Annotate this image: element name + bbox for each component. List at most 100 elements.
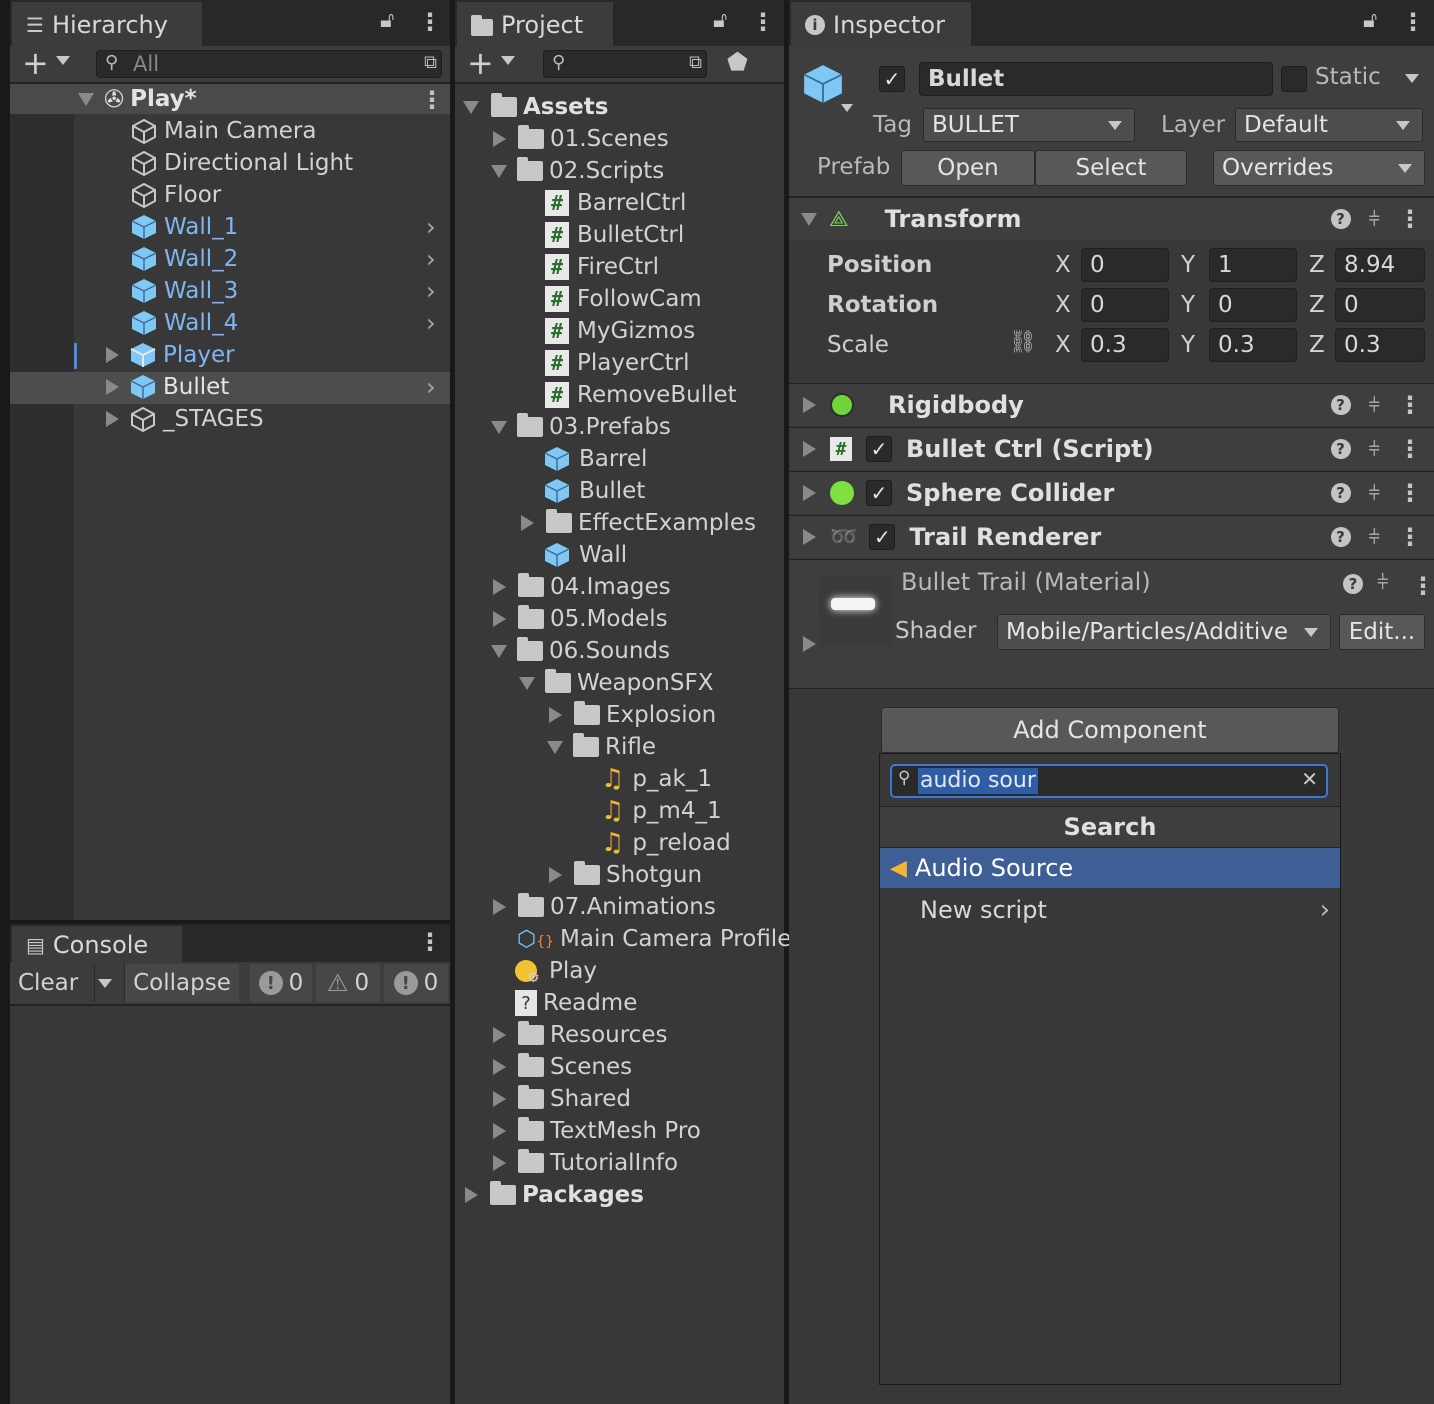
project-item-tutorialinfo[interactable]: TutorialInfo [493,1147,678,1179]
expand-arrow-icon[interactable] [803,485,816,501]
create-dropdown-chevron-icon[interactable] [501,56,515,65]
expand-arrow-icon[interactable] [521,515,534,531]
component-search-input[interactable]: ⚲ audio sour ✕ [890,764,1328,798]
project-item-barrel[interactable]: Barrel [543,443,647,475]
project-item-textmesh-pro[interactable]: TextMesh Pro [493,1115,701,1147]
help-icon[interactable]: ? [1343,574,1363,594]
presets-icon[interactable]: ⫩ [1369,481,1380,505]
expand-arrow-icon[interactable] [549,707,562,723]
help-icon[interactable]: ? [1330,209,1351,229]
expand-arrow-icon[interactable] [463,100,479,114]
prefab-large-icon[interactable] [801,62,845,106]
expand-arrow-icon[interactable] [78,92,94,106]
layer-dropdown[interactable]: Default [1235,108,1423,142]
position-y-field[interactable]: 1 [1209,248,1297,282]
lock-icon[interactable]: 🔓︎ [1363,8,1377,33]
presets-icon[interactable]: ⫩ [1369,437,1380,461]
help-icon[interactable]: ? [1330,395,1351,415]
static-checkbox[interactable] [1281,66,1307,92]
expand-arrow-icon[interactable] [493,1091,506,1107]
expand-arrow-icon[interactable] [519,676,535,690]
expand-arrow-icon[interactable] [491,164,507,178]
trail-renderer-header[interactable]: ➿ ✓ Trail Renderer ? ⫩ ⋮ [789,515,1434,558]
project-item-main-camera-profile[interactable]: ⬡{} Main Camera Profile [517,923,791,955]
prefab-select-button[interactable]: Select [1035,150,1187,186]
position-z-field[interactable]: 8.94 [1335,248,1425,282]
more-options-icon[interactable]: ⋮ [1401,10,1425,34]
scene-header-row[interactable] [10,84,450,114]
hierarchy-item-wall-3[interactable]: Wall_3 [130,275,238,307]
expand-arrow-icon[interactable] [493,1155,506,1171]
component-menu-icon[interactable]: ⋮ [1398,393,1422,417]
help-icon[interactable]: ? [1330,483,1351,503]
collapse-arrow-icon[interactable] [801,212,817,226]
project-item-04-images[interactable]: 04.Images [493,571,671,603]
tab-hierarchy[interactable]: ☰ Hierarchy [12,2,202,46]
material-expand-arrow-icon[interactable] [803,636,816,652]
tab-inspector[interactable]: i Inspector [791,2,971,46]
collapse-button[interactable]: Collapse [124,964,239,1002]
constrain-proportions-icon[interactable]: ⛓ [1009,330,1037,355]
result-new-script[interactable]: New script › [880,890,1340,930]
expand-arrow-icon[interactable] [547,740,563,754]
hierarchy-item-player[interactable]: Player [106,339,235,371]
tab-project[interactable]: Project [457,2,613,46]
tag-dropdown[interactable]: BULLET [923,108,1135,142]
tab-console[interactable]: ▤ Console [12,926,182,962]
prefab-open-button[interactable]: Open [901,150,1035,186]
scene-row[interactable]: ✇ Play* [78,83,197,115]
filter-by-type-icon[interactable]: ⬟ [727,48,748,76]
chevron-right-icon[interactable]: › [426,213,436,241]
result-audio-source[interactable]: ◀ Audio Source [880,848,1340,888]
scale-x-field[interactable]: 0.3 [1081,328,1169,362]
add-icon[interactable]: + [22,44,49,82]
bullet-ctrl-header[interactable]: # ✓ Bullet Ctrl (Script) ? ⫩ ⋮ [789,427,1434,470]
lock-icon[interactable]: 🔓︎ [713,8,727,33]
sphere-collider-enabled-checkbox[interactable]: ✓ [866,480,892,506]
presets-icon[interactable]: ⫩ [1369,525,1380,549]
project-item-05-models[interactable]: 05.Models [493,603,668,635]
hierarchy-item-directional-light[interactable]: Directional Light [130,147,353,179]
expand-arrow-icon[interactable] [493,579,506,595]
component-menu-icon[interactable]: ⋮ [1411,574,1434,598]
project-item-shared[interactable]: Shared [493,1083,631,1115]
help-icon[interactable]: ? [1330,439,1351,459]
project-item-effectexamples[interactable]: EffectExamples [521,507,756,539]
scale-y-field[interactable]: 0.3 [1209,328,1297,362]
expand-arrow-icon[interactable] [493,899,506,915]
project-item-p-reload[interactable]: ♫ p_reload [601,827,731,859]
add-dropdown-chevron-icon[interactable] [56,56,70,65]
project-search-input[interactable]: ⚲ ⧉ [543,50,707,78]
trail-renderer-enabled-checkbox[interactable]: ✓ [869,524,896,550]
project-item-bullet[interactable]: Bullet [543,475,645,507]
project-item-wall[interactable]: Wall [543,539,627,571]
more-options-icon[interactable]: ⋮ [751,10,775,34]
project-item-02-scripts[interactable]: 02.Scripts [491,155,664,187]
expand-arrow-icon[interactable] [106,347,119,363]
help-icon[interactable]: ? [1330,527,1351,547]
more-options-icon[interactable]: ⋮ [418,930,442,954]
chevron-right-icon[interactable]: › [426,373,436,401]
add-component-button[interactable]: Add Component [881,707,1339,753]
hierarchy-item-wall-1[interactable]: Wall_1 [130,211,238,243]
hierarchy-search-input[interactable]: ⚲ All ⧉ [96,50,442,78]
project-item-followcam[interactable]: # FollowCam [545,283,702,315]
expand-arrow-icon[interactable] [493,1123,506,1139]
project-item-01-scenes[interactable]: 01.Scenes [493,123,669,155]
chevron-right-icon[interactable]: › [426,245,436,273]
presets-icon[interactable]: ⫩ [1377,570,1388,594]
search-mode-icon[interactable]: ⧉ [689,52,702,73]
bullet-ctrl-enabled-checkbox[interactable]: ✓ [866,436,892,462]
lock-icon[interactable]: 🔓︎ [380,8,394,33]
clear-button[interactable]: Clear [10,964,95,1002]
component-menu-icon[interactable]: ⋮ [1398,437,1422,461]
chevron-right-icon[interactable]: › [426,309,436,337]
project-item-p-ak-1[interactable]: ♫ p_ak_1 [601,763,712,795]
expand-arrow-icon[interactable] [493,131,506,147]
expand-arrow-icon[interactable] [803,529,816,545]
project-item-03-prefabs[interactable]: 03.Prefabs [491,411,671,443]
expand-arrow-icon[interactable] [549,867,562,883]
expand-arrow-icon[interactable] [803,441,816,457]
project-item-explosion[interactable]: Explosion [549,699,716,731]
warning-toggle[interactable]: ⚠ 0 [316,964,380,1002]
